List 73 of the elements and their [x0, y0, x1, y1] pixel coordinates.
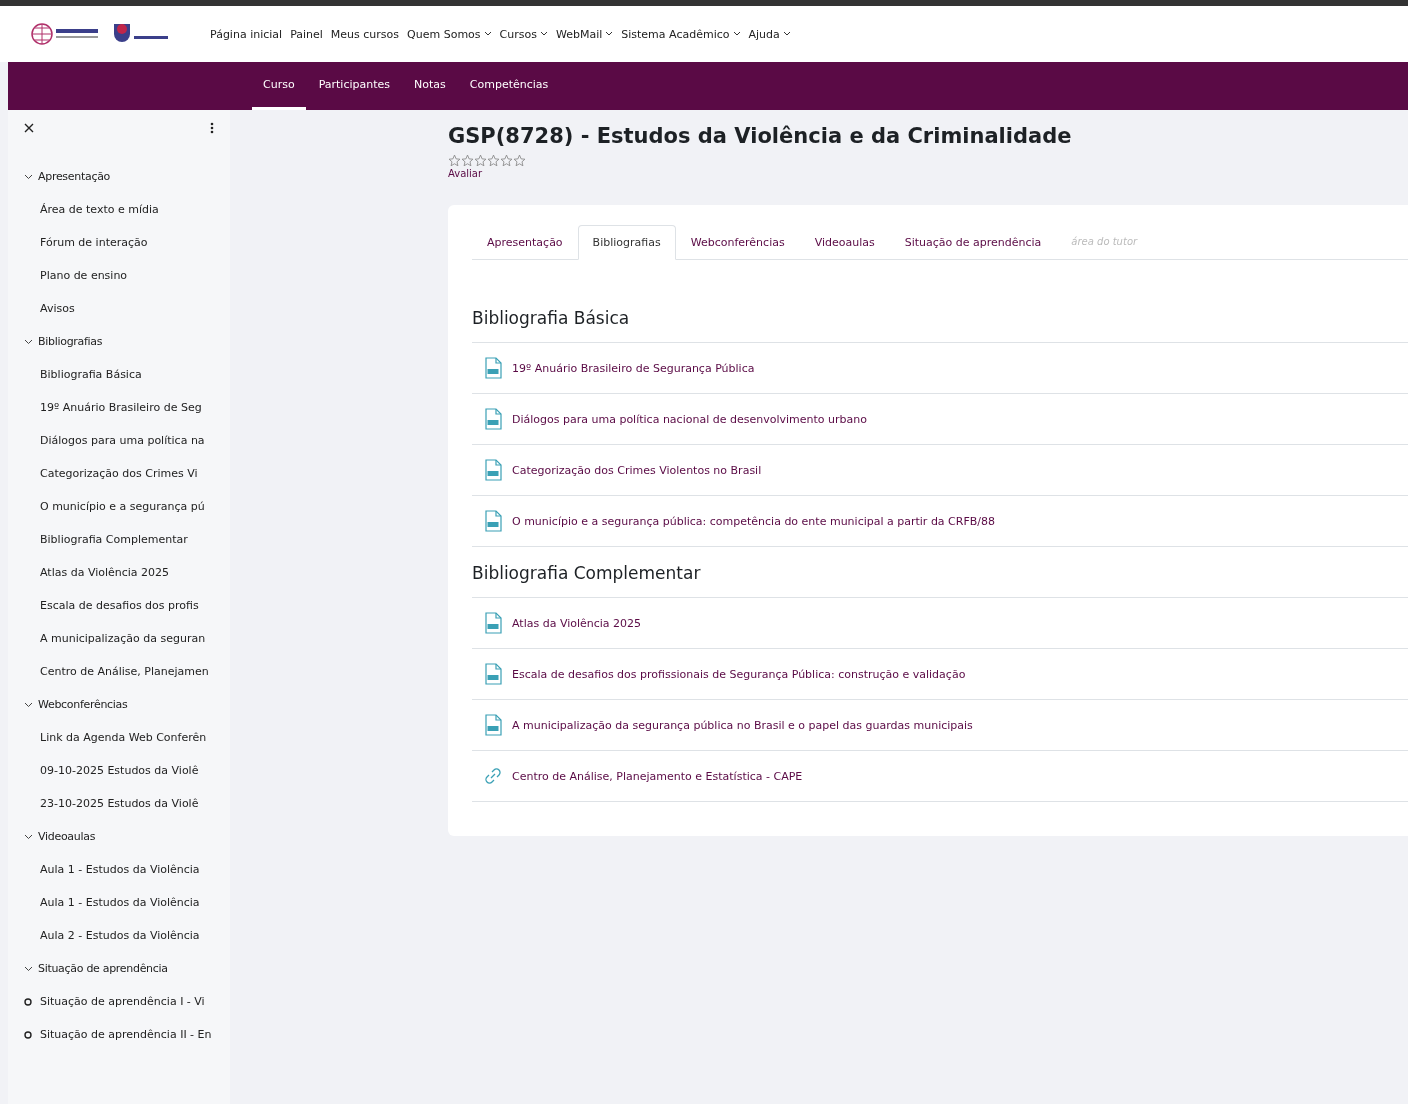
resource-link[interactable]: Categorização dos Crimes Violentos no Brasil — [512, 463, 762, 477]
sidebar-item[interactable]: Atlas da Violência 2025 — [40, 566, 170, 579]
sidebar-item[interactable]: O município e a segurança pú — [40, 500, 205, 513]
section-tab[interactable]: Apresentação — [472, 225, 578, 260]
sidebar-item[interactable]: 09-10-2025 Estudos da Violê — [40, 764, 199, 777]
sidebar-item[interactable]: Situação de aprendência II - En — [40, 1028, 212, 1041]
sidebar-section-title[interactable]: Situação de aprendência — [38, 962, 168, 975]
sidebar-item[interactable]: Área de texto e mídia — [40, 203, 159, 216]
link-icon — [484, 767, 502, 785]
close-icon[interactable] — [24, 123, 34, 133]
circle-icon — [24, 1030, 32, 1039]
sidebar-section-title[interactable]: Webconferências — [38, 698, 128, 711]
nav-link[interactable]: WebMail — [555, 27, 614, 41]
sidebar-item[interactable]: Fórum de interação — [40, 236, 148, 249]
sidebar-item[interactable]: 19º Anuário Brasileiro de Seg — [40, 401, 202, 414]
nav-link[interactable]: Meus cursos — [330, 27, 400, 41]
nav-link[interactable]: Quem Somos — [407, 27, 492, 41]
section-tab[interactable]: Situação de aprendência — [889, 225, 1057, 260]
pdf-file-icon — [484, 459, 502, 481]
nav-link[interactable]: Painel — [290, 27, 323, 41]
section-tab[interactable]: Bibliografias — [577, 225, 676, 260]
nav-link[interactable]: Sistema Acadêmico — [621, 27, 741, 41]
pdf-file-icon — [484, 510, 502, 532]
sidebar-section-title[interactable]: Apresentação — [38, 170, 110, 183]
nav-link[interactable]: Página inicial — [210, 27, 283, 41]
sidebar-section-title[interactable]: Bibliografias — [38, 335, 103, 348]
sidebar-section-title[interactable]: Videoaulas — [38, 830, 96, 843]
sidebar-item[interactable]: Bibliografia Básica — [40, 368, 142, 381]
pdf-file-icon — [484, 408, 502, 430]
nav-link[interactable]: Cursos — [499, 27, 548, 41]
sidebar-item[interactable]: Diálogos para uma política na — [40, 434, 205, 447]
section-heading: Bibliografia Básica — [472, 308, 1408, 343]
section-tab[interactable]: Webconferências — [675, 225, 800, 260]
resource-link[interactable]: Diálogos para uma política nacional de desenvolvimento urbano — [512, 412, 867, 426]
resource-link[interactable]: A municipalização da segurança pública no Brasil e o papel das guardas municipais — [512, 718, 973, 732]
circle-icon — [24, 997, 32, 1006]
resource-link[interactable]: Escala de desafios dos profissionais de Segurança Pública: construção e validação — [512, 667, 966, 681]
chevron-down-icon[interactable] — [24, 338, 33, 345]
sidebar-item[interactable]: Link da Agenda Web Conferên — [40, 731, 207, 744]
chevron-down-icon[interactable] — [24, 701, 33, 708]
sidebar-item[interactable]: Aula 2 - Estudos da Violência — [40, 929, 200, 942]
pdf-file-icon — [484, 663, 502, 685]
sidebar-item[interactable]: Aula 1 - Estudos da Violência — [40, 896, 200, 909]
course-title: GSP(8728) - Estudos da Violência e da Criminalidade — [448, 124, 1073, 148]
chevron-down-icon[interactable] — [24, 173, 33, 180]
sidebar-item[interactable]: Categorização dos Crimes Vi — [40, 467, 198, 480]
resource-link[interactable]: O município e a segurança pública: competência do ente municipal a partir da CRFB/88 — [512, 514, 995, 528]
section-heading: Bibliografia Complementar — [472, 563, 1408, 598]
resource-link[interactable]: Centro de Análise, Planejamento e Estatística - CAPE — [512, 769, 803, 783]
course-nav-tab[interactable]: Participantes — [307, 62, 402, 110]
course-nav-tab[interactable]: Competências — [458, 62, 560, 110]
resource-link[interactable]: 19º Anuário Brasileiro de Segurança Pública — [512, 361, 755, 375]
sidebar-item[interactable]: Plano de ensino — [40, 269, 128, 282]
course-nav-tab[interactable]: Curso — [252, 62, 306, 110]
more-options-icon[interactable] — [210, 122, 214, 134]
section-tab[interactable]: Videoaulas — [799, 225, 890, 260]
chevron-down-icon[interactable] — [24, 833, 33, 840]
nav-link[interactable]: Ajuda — [748, 27, 791, 41]
chevron-down-icon[interactable] — [24, 965, 33, 972]
resource-link[interactable]: Atlas da Violência 2025 — [512, 616, 642, 630]
sidebar-item[interactable]: Aula 1 - Estudos da Violência — [40, 863, 200, 876]
rate-link[interactable]: Avaliar — [448, 168, 1408, 179]
sidebar-item[interactable]: 23-10-2025 Estudos da Violê — [40, 797, 199, 810]
sidebar-item[interactable]: A municipalização da seguran — [40, 632, 206, 645]
course-nav-tab[interactable]: Notas — [403, 62, 457, 110]
sidebar-item[interactable]: Situação de aprendência I - Vi — [40, 995, 205, 1008]
pdf-file-icon — [484, 357, 502, 379]
sidebar-item[interactable]: Centro de Análise, Planejamen — [40, 665, 209, 678]
sidebar-item[interactable]: Avisos — [40, 302, 75, 315]
pdf-file-icon — [484, 612, 502, 634]
sidebar-item[interactable]: Bibliografia Complementar — [40, 533, 188, 546]
sidebar-item[interactable]: Escala de desafios dos profis — [40, 599, 199, 612]
pdf-file-icon — [484, 714, 502, 736]
